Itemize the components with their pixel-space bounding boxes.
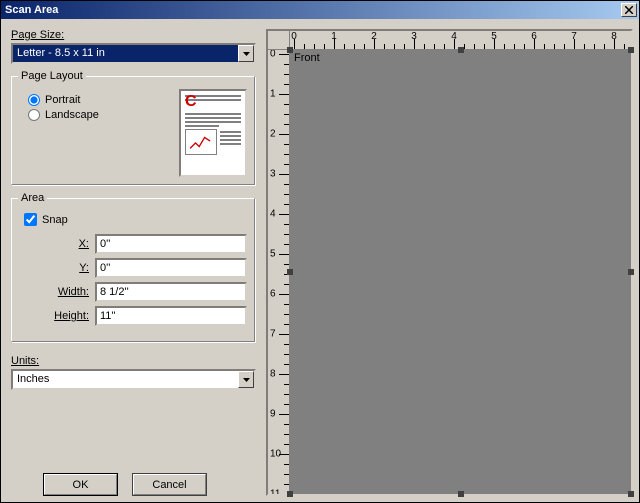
cancel-button[interactable]: Cancel: [132, 473, 207, 496]
chart-icon: [185, 129, 217, 155]
landscape-radio[interactable]: Landscape: [28, 109, 169, 121]
y-input[interactable]: [95, 258, 247, 278]
y-label: Y:: [20, 262, 95, 274]
units-dropdown[interactable]: Inches: [11, 369, 256, 390]
dropdown-arrow-icon: [238, 45, 254, 62]
page-size-dropdown[interactable]: Letter - 8.5 x 11 in: [11, 43, 256, 64]
window-title: Scan Area: [3, 4, 58, 16]
close-icon: [625, 6, 633, 14]
resize-handle[interactable]: [458, 491, 464, 497]
resize-handle[interactable]: [287, 491, 293, 497]
portrait-radio[interactable]: Portrait: [28, 94, 169, 106]
area-title: Area: [18, 192, 47, 204]
close-button[interactable]: [621, 3, 637, 17]
page-layout-group: Page Layout Portrait Landscape C: [11, 76, 256, 186]
area-group: Area Snap X: Y: Width: He: [11, 198, 256, 343]
scan-area-dialog: Scan Area Page Size: Letter - 8.5 x 11 i…: [0, 0, 640, 503]
front-label: Front: [294, 52, 320, 64]
snap-checkbox-input[interactable]: [24, 213, 37, 226]
x-label: X:: [20, 238, 95, 250]
width-input[interactable]: [95, 282, 247, 302]
snap-checkbox[interactable]: Snap: [24, 213, 247, 226]
page-preview-thumbnail: C: [179, 89, 247, 177]
page-size-value: Letter - 8.5 x 11 in: [13, 45, 238, 62]
snap-label: Snap: [42, 214, 68, 226]
ok-button[interactable]: OK: [43, 473, 118, 496]
height-label: Height:: [20, 310, 95, 322]
portrait-label: Portrait: [45, 94, 80, 106]
resize-handle[interactable]: [287, 269, 293, 275]
preview-panel: 012345678 01234567891011 Front: [266, 29, 633, 496]
page-layout-title: Page Layout: [18, 70, 86, 82]
resize-handle[interactable]: [628, 491, 634, 497]
width-label: Width:: [20, 286, 95, 298]
height-input[interactable]: [95, 306, 247, 326]
resize-handle[interactable]: [628, 47, 634, 53]
resize-handle[interactable]: [458, 47, 464, 53]
landscape-radio-input[interactable]: [28, 109, 40, 121]
portrait-radio-input[interactable]: [28, 94, 40, 106]
landscape-label: Landscape: [45, 109, 99, 121]
x-input[interactable]: [95, 234, 247, 254]
titlebar: Scan Area: [1, 1, 639, 19]
resize-handle[interactable]: [628, 269, 634, 275]
scan-preview-area[interactable]: Front: [290, 50, 631, 494]
page-size-label: Page Size:: [11, 29, 256, 41]
units-value: Inches: [13, 371, 238, 388]
units-label: Units:: [11, 355, 256, 367]
resize-handle[interactable]: [287, 47, 293, 53]
dropdown-arrow-icon: [238, 371, 254, 388]
